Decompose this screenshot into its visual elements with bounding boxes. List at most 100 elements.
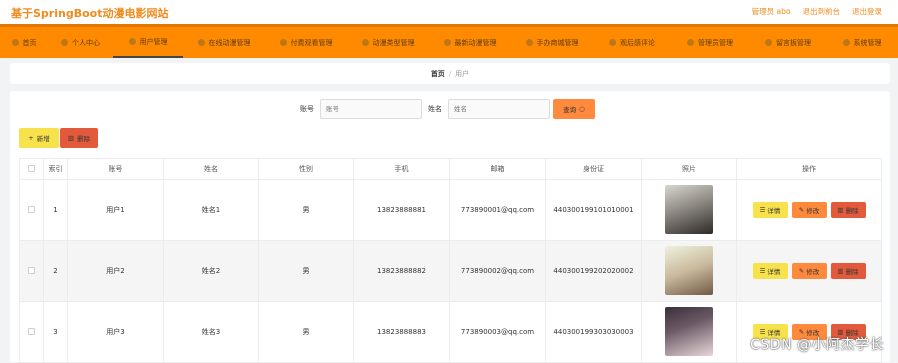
- edit-button[interactable]: ✎修改: [792, 263, 827, 279]
- cell-gender: 男: [259, 180, 354, 241]
- content-panel: 账号 姓名 查询 ○ + 新增 ▥ 删除 索引 账号 姓名 性别 手机 邮箱 身…: [10, 91, 890, 362]
- user-table: 索引 账号 姓名 性别 手机 邮箱 身份证 照片 操作 1 用户1 姓名1 男 …: [19, 158, 882, 363]
- header-actions: 操作: [737, 159, 882, 180]
- search-bar: 账号 姓名: [300, 99, 550, 119]
- cell-photo: [642, 180, 737, 241]
- cell-email: 773890003@qq.com: [450, 302, 546, 363]
- nav-item-users[interactable]: 用户管理: [113, 27, 183, 58]
- user-icon: [61, 39, 68, 46]
- detail-label: 详情: [767, 205, 780, 215]
- coin-icon: [280, 39, 287, 46]
- app-title: 基于SpringBoot动漫电影网站: [11, 5, 168, 21]
- nav-item-latest-anime[interactable]: 最新动漫管理: [429, 27, 511, 58]
- name-search-input[interactable]: [448, 99, 550, 119]
- table-header-row: 索引 账号 姓名 性别 手机 邮箱 身份证 照片 操作: [20, 159, 882, 180]
- query-label: 查询: [563, 104, 576, 114]
- header-phone: 手机: [354, 159, 450, 180]
- cell-email: 773890002@qq.com: [450, 241, 546, 302]
- edit-label: 修改: [806, 266, 819, 276]
- edit-label: 修改: [806, 205, 819, 215]
- breadcrumb: 首页 / 用户: [10, 63, 890, 84]
- cell-idcard: 440300199202020002: [546, 241, 642, 302]
- comment-icon: [609, 39, 616, 46]
- message-icon: [765, 39, 772, 46]
- trash-icon: ▥: [837, 267, 843, 275]
- header-photo: 照片: [642, 159, 737, 180]
- nav-item-admins[interactable]: 管理员管理: [671, 27, 749, 58]
- add-button[interactable]: + 新增: [19, 128, 59, 148]
- cell-photo: [642, 241, 737, 302]
- cell-account: 用户3: [68, 302, 164, 363]
- account-label: 账号: [300, 104, 314, 114]
- cell-photo: [642, 302, 737, 363]
- cell-phone: 13823888882: [354, 241, 450, 302]
- header-gender: 性别: [259, 159, 354, 180]
- nav-label: 付费观看管理: [291, 38, 333, 48]
- cell-account: 用户2: [68, 241, 164, 302]
- batch-delete-button[interactable]: ▥ 删除: [60, 128, 98, 148]
- gear-icon: [843, 39, 850, 46]
- nav-item-reviews[interactable]: 观后感评论: [593, 27, 671, 58]
- delete-label: 删除: [77, 133, 90, 143]
- plus-icon: +: [28, 134, 33, 142]
- nav-item-home[interactable]: 首页: [0, 27, 48, 58]
- edit-icon: ✎: [799, 267, 804, 275]
- row-checkbox[interactable]: [28, 267, 35, 274]
- cell-index: 2: [44, 241, 68, 302]
- nav-item-figure-shop[interactable]: 手办商城管理: [511, 27, 593, 58]
- nav-item-paid-viewing[interactable]: 付费观看管理: [265, 27, 347, 58]
- delete-button[interactable]: ▥删除: [831, 263, 866, 279]
- back-to-frontend-link[interactable]: 退出到前台: [803, 6, 841, 17]
- film-icon: [198, 39, 205, 46]
- breadcrumb-separator: /: [449, 70, 451, 78]
- nav-item-online-anime[interactable]: 在线动漫管理: [183, 27, 265, 58]
- name-label: 姓名: [428, 104, 442, 114]
- nav-label: 观后感评论: [620, 38, 655, 48]
- main-nav: 首页 个人中心 用户管理 在线动漫管理 付费观看管理 动漫类型管理 最新动漫管理…: [0, 24, 898, 58]
- detail-button[interactable]: ☰详情: [753, 263, 788, 279]
- breadcrumb-home[interactable]: 首页: [431, 69, 445, 79]
- query-button[interactable]: 查询 ○: [553, 99, 595, 119]
- select-all-checkbox[interactable]: [28, 165, 35, 172]
- row-checkbox[interactable]: [28, 328, 35, 335]
- cell-name: 姓名1: [164, 180, 259, 241]
- cell-name: 姓名2: [164, 241, 259, 302]
- header-name: 姓名: [164, 159, 259, 180]
- cell-email: 773890001@qq.com: [450, 180, 546, 241]
- row-checkbox[interactable]: [28, 206, 35, 213]
- breadcrumb-current: 用户: [455, 69, 469, 79]
- top-bar: 基于SpringBoot动漫电影网站 管理员 abo 退出到前台 退出登录: [0, 0, 898, 24]
- nav-label: 动漫类型管理: [373, 38, 415, 48]
- header-account: 账号: [68, 159, 164, 180]
- header-index: 索引: [44, 159, 68, 180]
- nav-item-message-board[interactable]: 留言板管理: [749, 27, 827, 58]
- delete-label: 删除: [846, 266, 859, 276]
- nav-label: 最新动漫管理: [455, 38, 497, 48]
- delete-label: 删除: [846, 205, 859, 215]
- row-actions: ☰详情 ✎修改 ▥删除: [737, 202, 881, 218]
- nav-label: 管理员管理: [698, 38, 733, 48]
- nav-item-profile[interactable]: 个人中心: [48, 27, 113, 58]
- cell-gender: 男: [259, 302, 354, 363]
- top-links: 管理员 abo 退出到前台 退出登录: [752, 6, 882, 17]
- account-search-input[interactable]: [320, 99, 422, 119]
- edit-button[interactable]: ✎修改: [792, 202, 827, 218]
- edit-icon: ✎: [799, 206, 804, 214]
- nav-item-anime-types[interactable]: 动漫类型管理: [347, 27, 429, 58]
- detail-button[interactable]: ☰详情: [753, 202, 788, 218]
- nav-item-system[interactable]: 系统管理: [827, 27, 897, 58]
- cell-idcard: 440300199101010001: [546, 180, 642, 241]
- logout-link[interactable]: 退出登录: [852, 6, 882, 17]
- admin-user-link[interactable]: 管理员 abo: [752, 6, 791, 17]
- nav-label: 系统管理: [854, 38, 882, 48]
- tag-icon: [362, 39, 369, 46]
- row-actions: ☰详情 ✎修改 ▥删除: [737, 263, 881, 279]
- user-photo: [665, 185, 713, 234]
- cell-index: 1: [44, 180, 68, 241]
- delete-button[interactable]: ▥删除: [831, 202, 866, 218]
- trash-icon: ▥: [837, 206, 843, 214]
- table-row: 2 用户2 姓名2 男 13823888882 773890002@qq.com…: [20, 241, 882, 302]
- list-icon: ☰: [760, 267, 766, 275]
- cell-idcard: 440300199303030003: [546, 302, 642, 363]
- row-select-cell: [20, 302, 44, 363]
